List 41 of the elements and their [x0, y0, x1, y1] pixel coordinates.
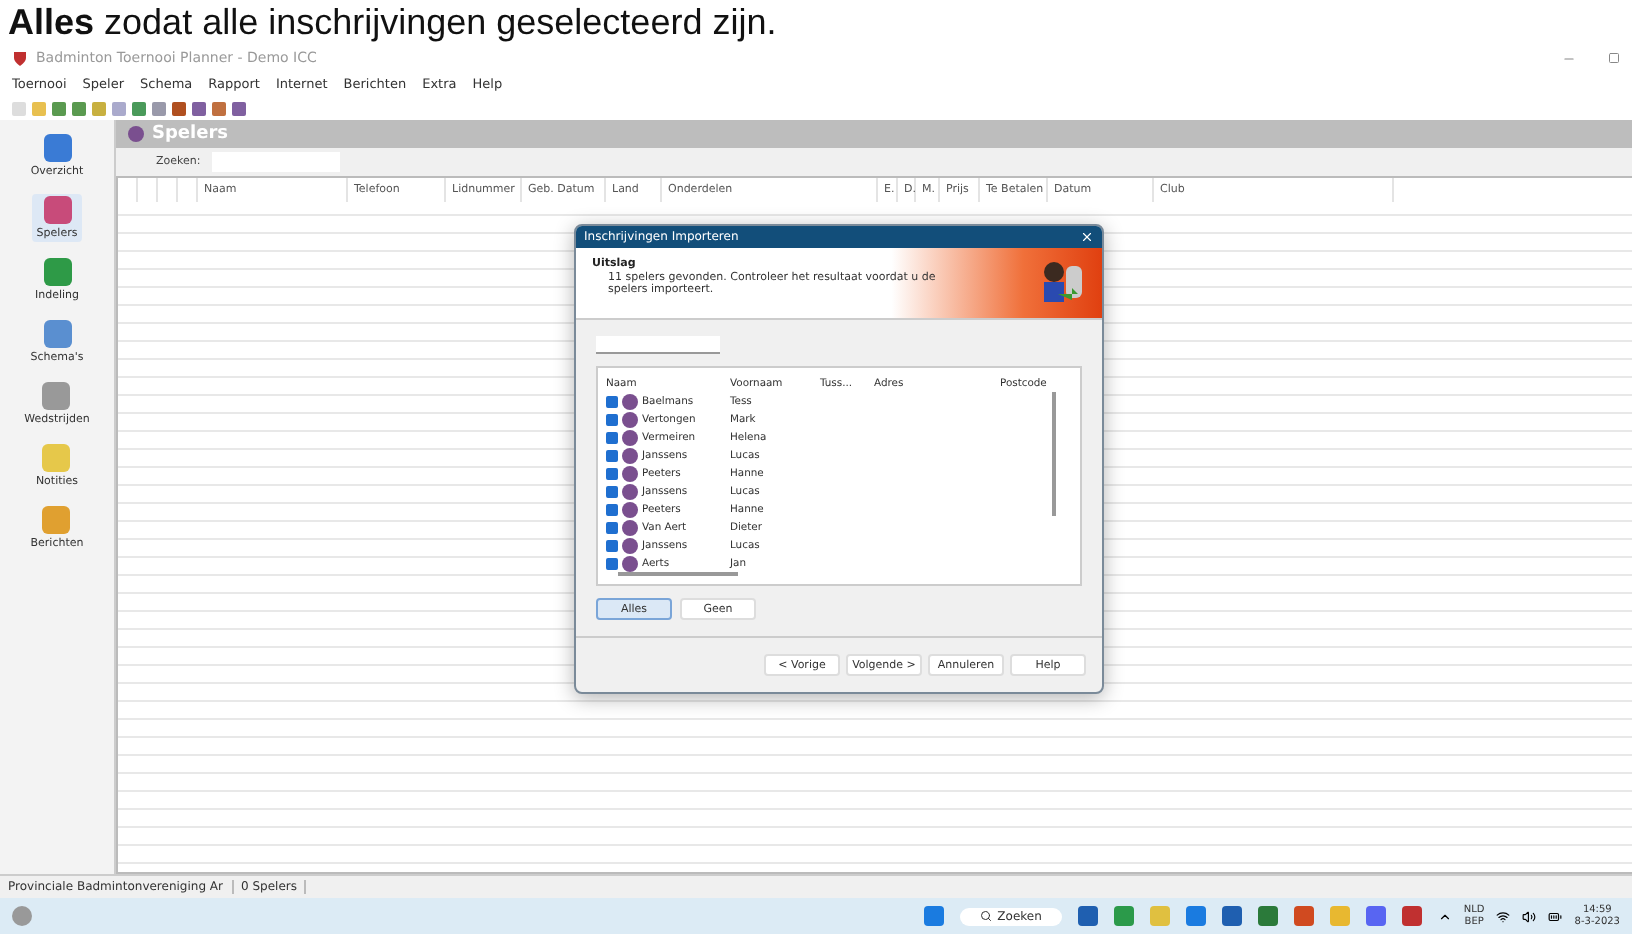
- taskbar-app-icon[interactable]: [1185, 906, 1206, 926]
- checkbox[interactable]: [606, 539, 618, 551]
- person-database-icon: [1038, 258, 1086, 306]
- sidebar-item-icon: [42, 444, 71, 472]
- start-icon[interactable]: [923, 906, 944, 926]
- checkbox[interactable]: [606, 485, 618, 497]
- scrollbar[interactable]: [1052, 392, 1056, 516]
- panel-title: Spelers: [152, 124, 229, 144]
- filter-field[interactable]: [596, 336, 720, 354]
- volume-icon[interactable]: [1522, 909, 1537, 923]
- sidebar-item-icon: [43, 134, 71, 162]
- checkbox[interactable]: [606, 521, 618, 533]
- person-icon: [128, 126, 144, 142]
- sidebar-item-icon: [43, 196, 71, 224]
- taskbar-app-icon[interactable]: [1221, 906, 1242, 926]
- checkbox[interactable]: [606, 395, 618, 407]
- sidebar-item-icon: [43, 258, 71, 286]
- caption-text: Alles zodat alle inschrijvingen geselecteerd zijn.: [0, 0, 1632, 44]
- close-icon[interactable]: [1080, 230, 1094, 244]
- checkbox[interactable]: [606, 449, 618, 461]
- checkbox[interactable]: [606, 557, 618, 569]
- checkbox[interactable]: [606, 503, 618, 515]
- taskbar-app-icon[interactable]: [1257, 906, 1278, 926]
- taskbar-app-icon[interactable]: [1077, 906, 1098, 926]
- battery-icon[interactable]: [1548, 909, 1563, 923]
- checkbox[interactable]: [606, 467, 618, 479]
- sidebar-item-icon: [42, 506, 71, 534]
- wifi-icon[interactable]: [1496, 909, 1511, 923]
- taskbar-app-icon[interactable]: [1365, 906, 1386, 926]
- taskbar-app-icon[interactable]: [1293, 906, 1314, 926]
- maximize-icon[interactable]: [1608, 51, 1620, 63]
- checkbox[interactable]: [606, 413, 618, 425]
- checkbox[interactable]: [606, 431, 618, 443]
- chevron-up-icon[interactable]: [1437, 909, 1452, 923]
- shield-logo-icon: [12, 50, 28, 66]
- scrollbar[interactable]: [618, 572, 738, 576]
- sidebar-item-icon: [43, 320, 71, 348]
- taskbar-app-icon[interactable]: [1113, 906, 1134, 926]
- search-icon: [979, 910, 992, 922]
- sidebar-item-icon: [42, 382, 71, 410]
- taskbar-app-icon[interactable]: [1401, 906, 1422, 926]
